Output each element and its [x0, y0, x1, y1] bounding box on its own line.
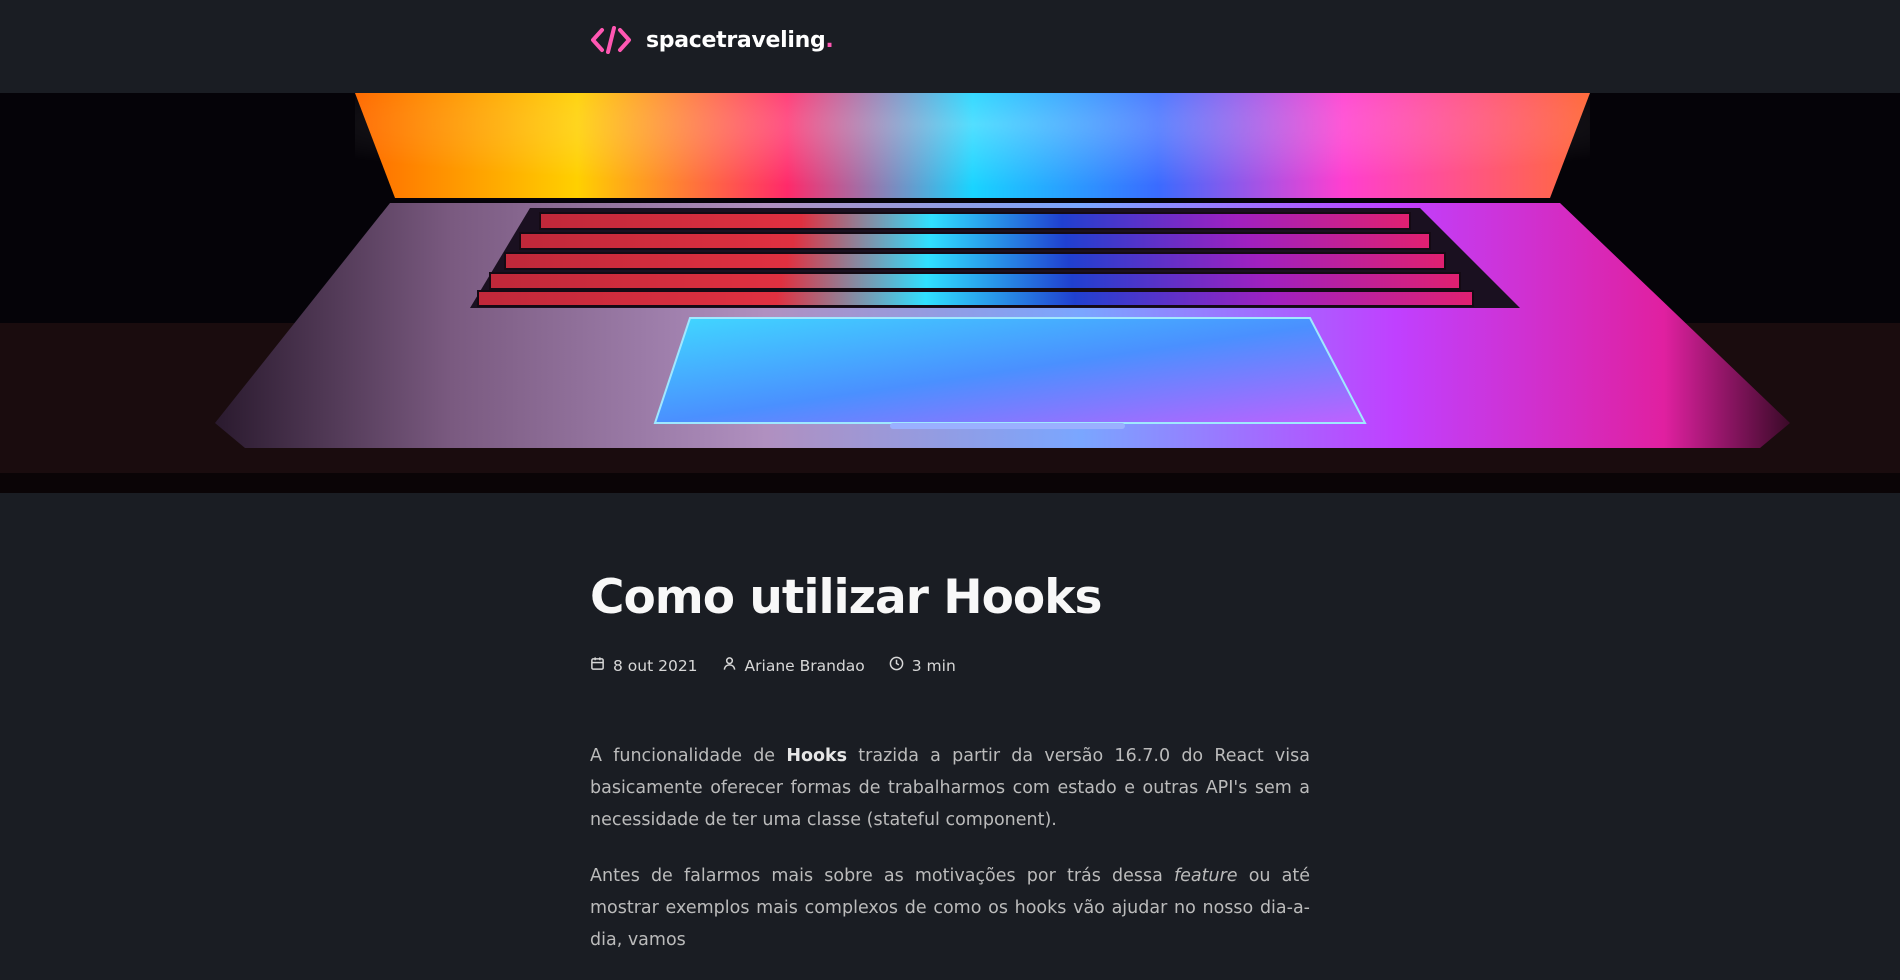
post-content: A funcionalidade de Hooks trazida a part… — [590, 740, 1310, 980]
logo-dot: . — [825, 27, 834, 53]
post-date-text: 8 out 2021 — [613, 656, 698, 675]
logo-link[interactable]: spacetraveling. — [590, 24, 834, 56]
logo-text: spacetraveling — [646, 27, 826, 53]
post-banner-image — [0, 93, 1900, 493]
post-reading-time-text: 3 min — [911, 656, 956, 675]
paragraph-1: A funcionalidade de Hooks trazida a part… — [590, 746, 1310, 830]
bold-text: Hooks — [786, 746, 848, 766]
user-icon — [722, 656, 745, 675]
post-author-text: Ariane Brandao — [744, 656, 865, 675]
calendar-icon — [590, 656, 613, 675]
clock-icon — [889, 656, 912, 675]
post-meta: 8 out 2021 Ariane Brandao 3 min — [590, 656, 980, 675]
code-brackets-icon — [590, 24, 632, 56]
italic-text: feature — [1173, 866, 1238, 886]
post-date: 8 out 2021 — [590, 656, 698, 675]
site-header: spacetraveling. — [0, 0, 1900, 93]
post-author: Ariane Brandao — [722, 656, 865, 675]
post-title: Como utilizar Hooks — [590, 570, 1102, 625]
paragraph-2: Antes de falarmos mais sobre as motivaçõ… — [590, 866, 1311, 950]
post-reading-time: 3 min — [889, 656, 956, 675]
